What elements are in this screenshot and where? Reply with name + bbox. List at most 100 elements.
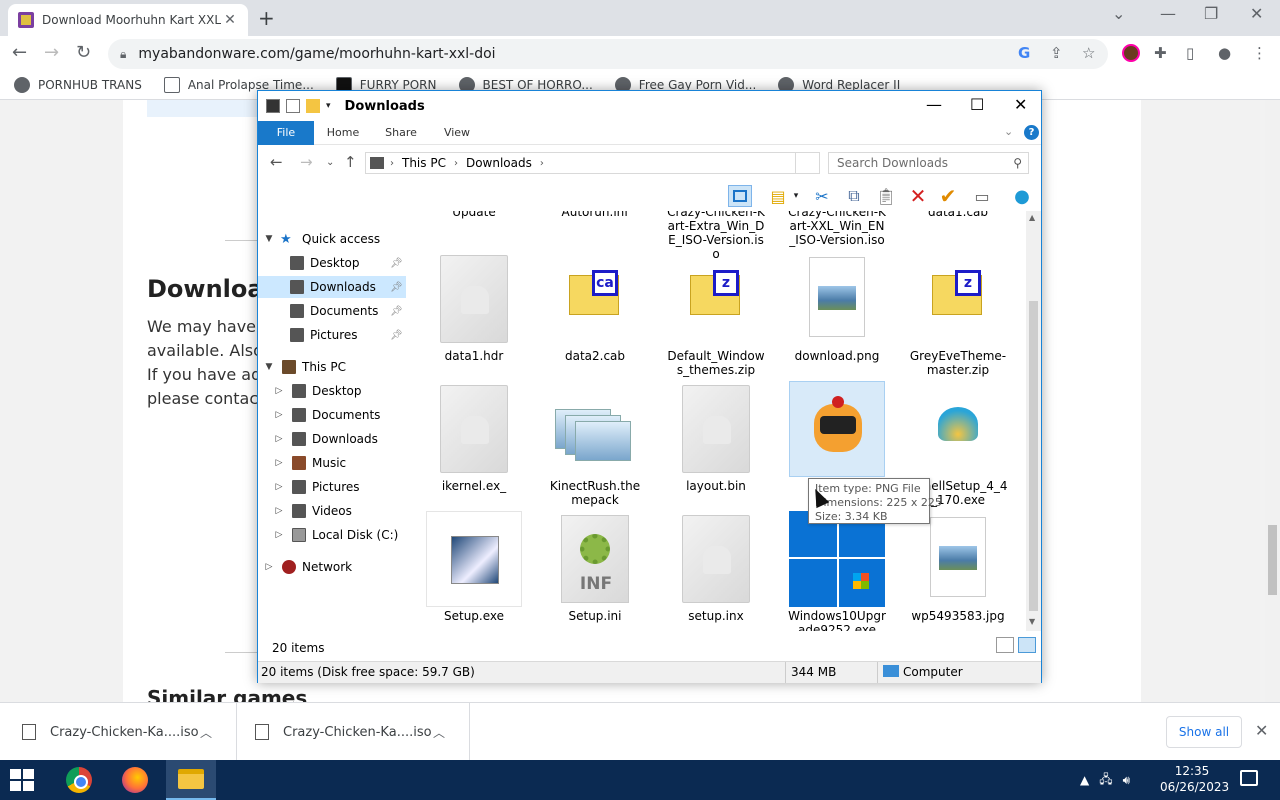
explorer-back-button[interactable]: ← [270,153,283,171]
minimize-button[interactable]: — [1160,4,1176,23]
copy-icon[interactable]: ⧉ [842,185,866,207]
nav-pc-downloads[interactable]: ▷ Downloads [258,428,406,450]
file-item[interactable]: data1.cab [908,211,1008,219]
nav-pc-documents[interactable]: ▷ Documents [258,404,406,426]
tab-close-icon[interactable]: ✕ [222,12,238,28]
file-item[interactable]: z GreyEveTheme-master.zip [908,251,1008,377]
file-item[interactable]: data1.hdr [424,251,524,363]
chevron-right-icon[interactable]: ▷ [272,482,286,492]
up-one-level-button[interactable]: ↑ [344,153,357,171]
expand-ribbon-chevron-icon[interactable]: ⌄ [1004,125,1013,138]
nav-quick-pictures[interactable]: Pictures 📌︎ [258,324,406,346]
dropdown-chevron-icon[interactable]: ▾ [784,185,808,207]
volume-icon[interactable]: 🔊︎ [1123,773,1131,788]
chevron-right-icon[interactable]: ▷ [272,386,286,396]
file-item[interactable]: ikernel.ex_ [424,381,524,493]
details-view-icon[interactable] [996,637,1014,653]
forward-button[interactable]: → [44,42,59,63]
side-panel-icon[interactable]: ▯ [1186,44,1194,62]
file-item[interactable]: KinectRush.themepack [545,381,645,507]
chevron-up-icon[interactable]: ︿ [200,724,212,741]
close-shelf-icon[interactable]: ✕ [1255,721,1268,740]
chevron-right-icon[interactable]: ▷ [272,506,286,516]
file-item[interactable]: ca data2.cab [545,251,645,363]
extensions-puzzle-icon[interactable]: ✚ [1154,44,1167,62]
explorer-app-icon[interactable] [266,99,280,113]
file-item[interactable] [787,381,887,479]
explorer-address-bar[interactable]: › This PC › Downloads › [365,152,820,174]
nav-network[interactable]: ▷ Network [258,556,406,578]
taskbar-file-explorer[interactable] [166,760,216,800]
reload-button[interactable]: ↻ [76,42,91,63]
nav-pc-pictures[interactable]: ▷ Pictures [258,476,406,498]
explorer-minimize-button[interactable]: — [926,95,942,114]
file-item[interactable]: download.png [787,251,887,363]
chevron-right-icon[interactable]: ▷ [262,562,276,572]
explorer-maximize-button[interactable]: ☐ [970,95,984,114]
file-list-scrollbar-thumb[interactable] [1029,301,1038,611]
nav-pc-music[interactable]: ▷ Music [258,452,406,474]
chevron-right-icon[interactable]: ▷ [272,410,286,420]
chevron-up-icon[interactable]: ︿ [433,724,445,741]
tab-view[interactable]: View [434,121,480,145]
google-translate-icon[interactable]: G [1018,44,1030,62]
nav-pc-videos[interactable]: ▷ Videos [258,500,406,522]
nav-quick-desktop[interactable]: Desktop 📌︎ [258,252,406,274]
cut-icon[interactable]: ✂ [810,185,834,207]
tab-search-chevron-icon[interactable]: ⌄ [1112,4,1125,23]
show-hidden-icons-icon[interactable]: ▲ [1080,773,1089,787]
globe-icon[interactable]: ● [1010,185,1034,207]
file-item[interactable]: Autorun.inf [545,211,645,219]
browser-tab[interactable]: Download Moorhuhn Kart XXL ( ✕ [8,4,248,36]
nav-quick-documents[interactable]: Documents 📌︎ [258,300,406,322]
explorer-search-input[interactable]: Search Downloads ⚲ [828,152,1029,174]
file-list-scrollbar[interactable]: ▲ ▼ [1026,211,1041,631]
scroll-down-icon[interactable]: ▼ [1029,617,1035,626]
rename-icon[interactable]: ▭ [970,185,994,207]
file-item[interactable]: Crazy-Chicken-Kart-XXL_Win_EN_ISO-Versio… [787,211,887,247]
taskbar-clock[interactable]: 12:35 06/26/2023 [1160,763,1229,795]
explorer-close-button[interactable]: ✕ [1014,95,1027,114]
chevron-right-icon[interactable]: ▷ [272,530,286,540]
chevron-right-icon[interactable]: ▷ [272,434,286,444]
scroll-up-icon[interactable]: ▲ [1029,213,1035,222]
properties-icon[interactable] [286,99,300,113]
file-item[interactable]: setup.inx [666,511,766,623]
nav-this-pc[interactable]: ▼ This PC [258,356,406,378]
notification-center-icon[interactable] [1240,770,1258,786]
breadcrumb-downloads[interactable]: Downloads [466,156,532,170]
check-icon[interactable]: ✔ [936,184,960,208]
file-item[interactable]: Setup.exe [424,511,524,623]
file-item[interactable]: layout.bin [666,381,766,493]
file-item[interactable]: INF Setup.ini [545,511,645,623]
share-icon[interactable]: ⇪ [1050,44,1063,62]
tab-share[interactable]: Share [378,121,424,145]
address-dropdown-button[interactable] [795,153,819,173]
close-window-button[interactable]: ✕ [1250,4,1263,23]
chevron-down-icon[interactable]: ▼ [262,362,276,372]
download-item[interactable]: Crazy-Chicken-Ka....iso ︿ [237,703,470,761]
network-icon[interactable]: 🖧︎ [1099,770,1112,791]
page-scrollbar[interactable] [1265,100,1280,702]
explorer-forward-button[interactable]: → [300,153,313,171]
file-item[interactable]: z Default_Windows_themes.zip [666,251,766,377]
chevron-right-icon[interactable]: ▷ [272,458,286,468]
show-all-button[interactable]: Show all [1166,716,1242,748]
extension-avatar-icon[interactable] [1122,44,1140,62]
restore-button[interactable]: ❐ [1204,4,1218,23]
large-icons-view-icon[interactable] [1018,637,1036,653]
new-tab-button[interactable]: + [258,6,275,30]
nav-quick-downloads[interactable]: Downloads 📌︎ [258,276,406,298]
help-icon[interactable]: ? [1024,125,1039,140]
recent-locations-chevron-icon[interactable]: ⌄ [326,157,334,168]
address-bar[interactable]: 🔒︎ myabandonware.com/game/moorhuhn-kart-… [108,39,1108,69]
back-button[interactable]: ← [12,42,27,63]
nav-local-disk[interactable]: ▷ Local Disk (C:) [258,524,406,546]
profile-icon[interactable]: ● [1218,44,1231,62]
file-item[interactable]: Windows10Upgrade9252.exe [787,511,887,631]
taskbar-chrome[interactable] [54,760,104,800]
menu-kebab-icon[interactable]: ⋮ [1252,44,1267,62]
file-item[interactable]: wp5493583.jpg [908,511,1008,623]
bookmark-star-icon[interactable]: ☆ [1082,44,1095,62]
breadcrumb-this-pc[interactable]: This PC [402,156,446,170]
